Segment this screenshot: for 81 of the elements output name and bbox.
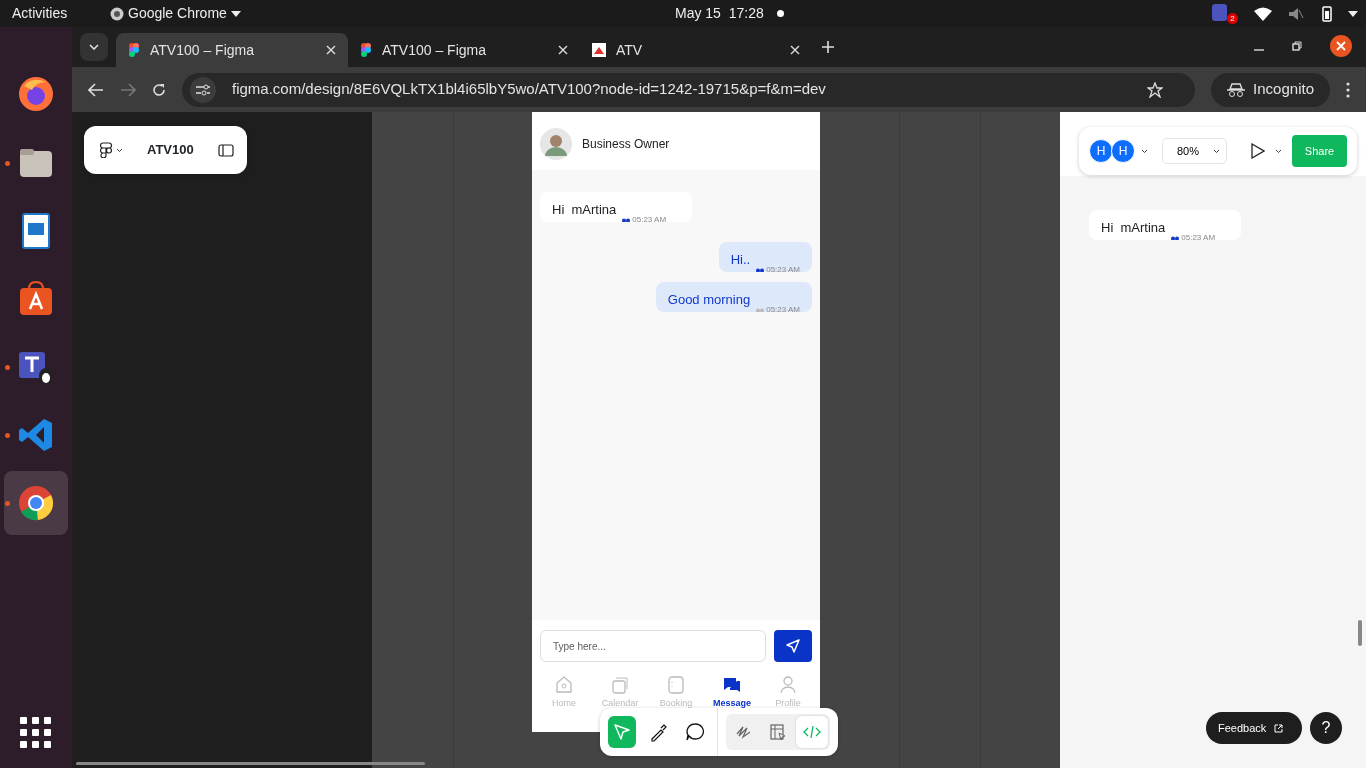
message-time: 05:23 AM: [1181, 232, 1216, 240]
dock-item[interactable]: [4, 471, 68, 535]
app-menu[interactable]: Google Chrome: [110, 3, 241, 24]
user-avatar[interactable]: H: [1111, 139, 1135, 163]
more-menu-icon[interactable]: [1346, 81, 1350, 98]
pen-icon: [648, 722, 669, 742]
address-bar[interactable]: figma.com/design/8E6VQLkTX1bl4i65lbY5wo/ATV100?node-id=1242-19715&p=f&m=dev: [182, 72, 1196, 107]
message-text: Hi mArtina: [552, 201, 617, 219]
firefox-app-icon: [18, 76, 54, 112]
message-time: 05:23 AM: [766, 264, 800, 272]
close-window-icon[interactable]: [1330, 35, 1352, 57]
message-time: 05:23 AM: [632, 214, 667, 222]
browser-tab[interactable]: ATV100 – Figma: [116, 33, 348, 67]
chevron-down-icon: [89, 44, 99, 50]
url-text: figma.com/design/8E6VQLkTX1bl4i65lbY5wo/ATV100?node-id=1242-19715&p=f&m=dev: [232, 79, 827, 100]
message-text: Hi mArtina: [1101, 219, 1166, 237]
calendar-icon: [611, 676, 629, 694]
send-button[interactable]: [774, 630, 812, 662]
close-icon[interactable]: [326, 45, 336, 55]
tab-list-button[interactable]: [80, 33, 108, 61]
message-time: 05:23 AM: [766, 304, 800, 312]
main-menu-button[interactable]: [100, 142, 123, 158]
chevron-down-icon: [116, 147, 123, 153]
site-settings-icon: [196, 83, 210, 96]
pointer-tool-button[interactable]: [608, 716, 637, 748]
new-tab-icon[interactable]: [822, 41, 834, 53]
file-name[interactable]: ATV100: [147, 140, 194, 160]
design-icon: [768, 722, 788, 742]
chrome-icon: [110, 6, 124, 21]
home-icon: [555, 676, 573, 694]
contact-name: Business Owner: [582, 136, 670, 153]
muted-speaker-icon[interactable]: [1288, 7, 1304, 21]
app-grid-icon[interactable]: [20, 717, 51, 748]
battery-icon[interactable]: [1320, 6, 1332, 22]
forward-icon: [120, 82, 136, 97]
notification-dot-icon: [777, 10, 784, 17]
caret-icon[interactable]: [1348, 11, 1358, 17]
vscode-app-icon: [18, 417, 54, 453]
chevron-down-icon[interactable]: [1141, 148, 1148, 154]
clock[interactable]: May 15 17:28: [675, 3, 764, 24]
booking-icon: [667, 676, 685, 694]
restore-icon[interactable]: [1292, 41, 1302, 51]
tray-badge: 2: [1227, 13, 1238, 24]
message-icon: [723, 676, 741, 694]
message-input[interactable]: Type here...: [540, 630, 766, 662]
user-avatar[interactable]: H: [1089, 139, 1113, 163]
avatar-icon: [540, 128, 572, 160]
chevron-down-icon: [1213, 148, 1220, 154]
caret-icon: [230, 10, 241, 17]
activities-button[interactable]: Activities: [12, 3, 68, 24]
comment-icon: [684, 722, 705, 742]
back-icon[interactable]: [88, 82, 104, 97]
play-icon[interactable]: [1251, 143, 1265, 159]
zoom-dropdown[interactable]: 80%: [1162, 138, 1227, 164]
chrome-app-icon: [18, 485, 54, 521]
site-favicon-icon: [592, 43, 606, 57]
figma-favicon-icon: [128, 43, 140, 57]
browser-tab[interactable]: ATV: [580, 33, 812, 67]
reload-icon[interactable]: [152, 82, 166, 97]
browser-tab[interactable]: ATV100 – Figma: [348, 33, 580, 67]
horizontal-scrollbar[interactable]: [76, 762, 425, 765]
bookmark-star-icon[interactable]: [1147, 81, 1164, 98]
message-text: Good morning: [667, 291, 751, 309]
store-app-icon: [18, 281, 54, 317]
vertical-scrollbar[interactable]: [1358, 620, 1362, 646]
send-icon: [786, 639, 800, 653]
chevron-down-icon[interactable]: [1275, 148, 1282, 154]
profile-icon: [779, 676, 797, 694]
message-text: Hi..: [730, 251, 751, 269]
wifi-icon[interactable]: [1254, 7, 1272, 21]
incognito-icon: [1227, 82, 1246, 97]
close-icon[interactable]: [790, 45, 800, 55]
nav-tab[interactable]: Message: [704, 676, 760, 711]
teams-app-icon: [18, 349, 54, 385]
incognito-button[interactable]: Incognito: [1211, 72, 1330, 107]
external-link-icon: [1274, 723, 1284, 733]
close-icon[interactable]: [558, 45, 568, 55]
feedback-button[interactable]: Feedback: [1206, 712, 1302, 744]
figma-favicon-icon: [360, 43, 372, 57]
figma-logo-icon: [100, 142, 112, 158]
panel-toggle-icon[interactable]: [217, 143, 234, 157]
